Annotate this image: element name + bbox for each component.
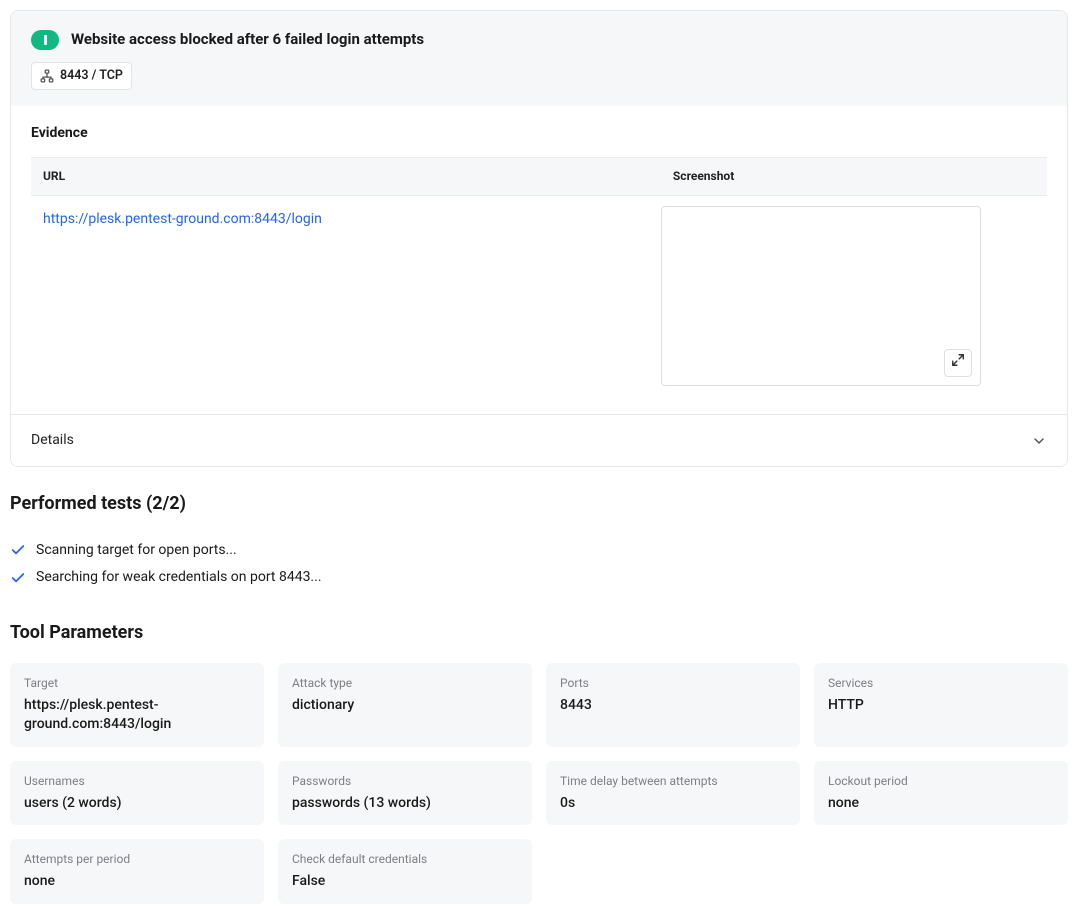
column-header-url: URL: [31, 158, 661, 195]
param-value: none: [24, 872, 250, 892]
column-header-screenshot: Screenshot: [661, 158, 1047, 195]
evidence-table-header: URL Screenshot: [31, 157, 1047, 196]
network-icon: [40, 69, 54, 83]
param-label: Time delay between attempts: [560, 773, 786, 790]
expand-screenshot-button[interactable]: [944, 349, 972, 377]
param-time-delay: Time delay between attempts 0s: [546, 761, 800, 825]
param-value: users (2 words): [24, 794, 250, 814]
finding-card: Website access blocked after 6 failed lo…: [10, 10, 1068, 467]
evidence-section: Evidence URL Screenshot https://plesk.pe…: [11, 106, 1067, 414]
param-value: False: [292, 872, 518, 892]
expand-icon: [951, 353, 965, 374]
param-label: Attempts per period: [24, 851, 250, 868]
param-attack-type: Attack type dictionary: [278, 663, 532, 747]
param-value: https://plesk.pentest-ground.com:8443/lo…: [24, 696, 250, 735]
evidence-heading: Evidence: [31, 124, 1047, 144]
param-label: Usernames: [24, 773, 250, 790]
param-label: Check default credentials: [292, 851, 518, 868]
info-badge-icon: [31, 30, 59, 50]
port-chip-label: 8443 / TCP: [60, 67, 123, 85]
param-check-default-credentials: Check default credentials False: [278, 839, 532, 903]
param-value: dictionary: [292, 696, 518, 716]
param-label: Ports: [560, 675, 786, 692]
performed-tests-list: Scanning target for open ports... Search…: [10, 537, 1068, 592]
test-item: Searching for weak credentials on port 8…: [10, 564, 1068, 592]
port-chip: 8443 / TCP: [31, 62, 132, 90]
check-icon: [10, 542, 26, 558]
finding-header: Website access blocked after 6 failed lo…: [11, 11, 1067, 106]
details-label: Details: [31, 431, 74, 451]
param-services: Services HTTP: [814, 663, 1068, 747]
param-usernames: Usernames users (2 words): [10, 761, 264, 825]
param-attempts-per-period: Attempts per period none: [10, 839, 264, 903]
finding-title: Website access blocked after 6 failed lo…: [71, 29, 424, 50]
details-toggle[interactable]: Details: [11, 414, 1067, 467]
test-item-label: Scanning target for open ports...: [36, 541, 237, 561]
evidence-row: https://plesk.pentest-ground.com:8443/lo…: [31, 196, 1047, 404]
test-item: Scanning target for open ports...: [10, 537, 1068, 565]
param-value: 8443: [560, 696, 786, 716]
param-value: passwords (13 words): [292, 794, 518, 814]
param-label: Attack type: [292, 675, 518, 692]
param-label: Lockout period: [828, 773, 1054, 790]
param-value: 0s: [560, 794, 786, 814]
performed-tests-heading: Performed tests (2/2): [10, 491, 1068, 516]
param-label: Target: [24, 675, 250, 692]
param-label: Services: [828, 675, 1054, 692]
param-passwords: Passwords passwords (13 words): [278, 761, 532, 825]
evidence-url-link[interactable]: https://plesk.pentest-ground.com:8443/lo…: [43, 211, 322, 227]
param-value: none: [828, 794, 1054, 814]
param-label: Passwords: [292, 773, 518, 790]
check-icon: [10, 570, 26, 586]
param-ports: Ports 8443: [546, 663, 800, 747]
screenshot-thumbnail[interactable]: [661, 206, 981, 386]
tool-parameters-grid: Target https://plesk.pentest-ground.com:…: [10, 663, 1068, 904]
finding-title-row: Website access blocked after 6 failed lo…: [31, 29, 1047, 50]
test-item-label: Searching for weak credentials on port 8…: [36, 568, 322, 588]
param-value: HTTP: [828, 696, 1054, 716]
evidence-table: URL Screenshot https://plesk.pentest-gro…: [31, 157, 1047, 404]
param-lockout-period: Lockout period none: [814, 761, 1068, 825]
tool-parameters-heading: Tool Parameters: [10, 620, 1068, 645]
param-target: Target https://plesk.pentest-ground.com:…: [10, 663, 264, 747]
chevron-down-icon: [1031, 433, 1047, 449]
